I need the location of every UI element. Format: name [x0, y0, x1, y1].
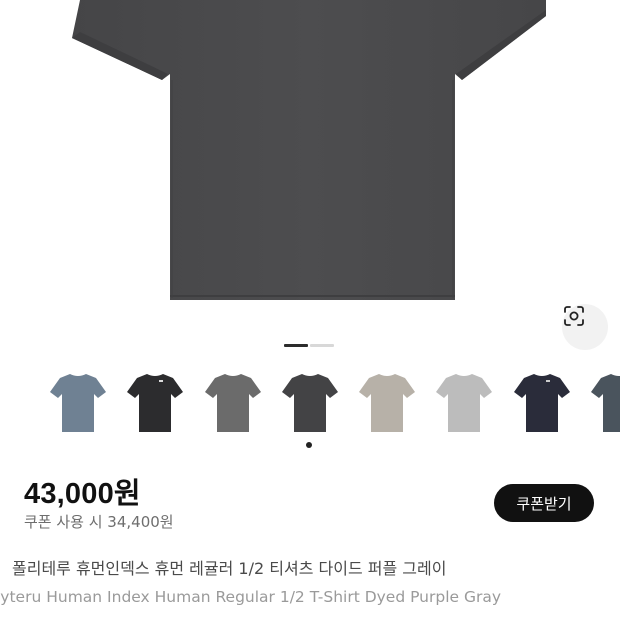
product-detail-page: 43,000원 쿠폰 사용 시 34,400원 쿠폰받기 폴리테루 휴먼인덱스 … — [0, 0, 620, 620]
color-swatch[interactable] — [46, 370, 110, 434]
color-swatch[interactable] — [201, 370, 265, 434]
color-swatch-list — [0, 364, 620, 440]
selected-swatch-indicator — [306, 442, 312, 448]
lens-search-icon — [564, 306, 584, 326]
image-pager — [284, 344, 334, 347]
product-image[interactable] — [0, 0, 620, 352]
color-swatch[interactable] — [123, 370, 187, 434]
tshirt-illustration — [72, 0, 546, 300]
lens-search-button[interactable] — [562, 304, 608, 350]
get-coupon-button[interactable]: 쿠폰받기 — [494, 484, 594, 522]
pager-indicator-active — [284, 344, 308, 347]
product-price: 43,000원 — [24, 478, 141, 510]
color-swatch[interactable] — [355, 370, 419, 434]
coupon-price-text: 쿠폰 사용 시 34,400원 — [24, 513, 174, 531]
color-swatch-selected[interactable] — [278, 370, 342, 434]
pager-indicator — [310, 344, 334, 347]
product-title-korean: 폴리테루 휴먼인덱스 휴먼 레귤러 1/2 티셔츠 다이드 퍼플 그레이 — [12, 559, 447, 578]
color-swatch[interactable] — [587, 370, 620, 434]
product-title-english: lyteru Human Index Human Regular 1/2 T-S… — [0, 588, 502, 606]
color-swatch[interactable] — [432, 370, 496, 434]
color-swatch[interactable] — [510, 370, 574, 434]
